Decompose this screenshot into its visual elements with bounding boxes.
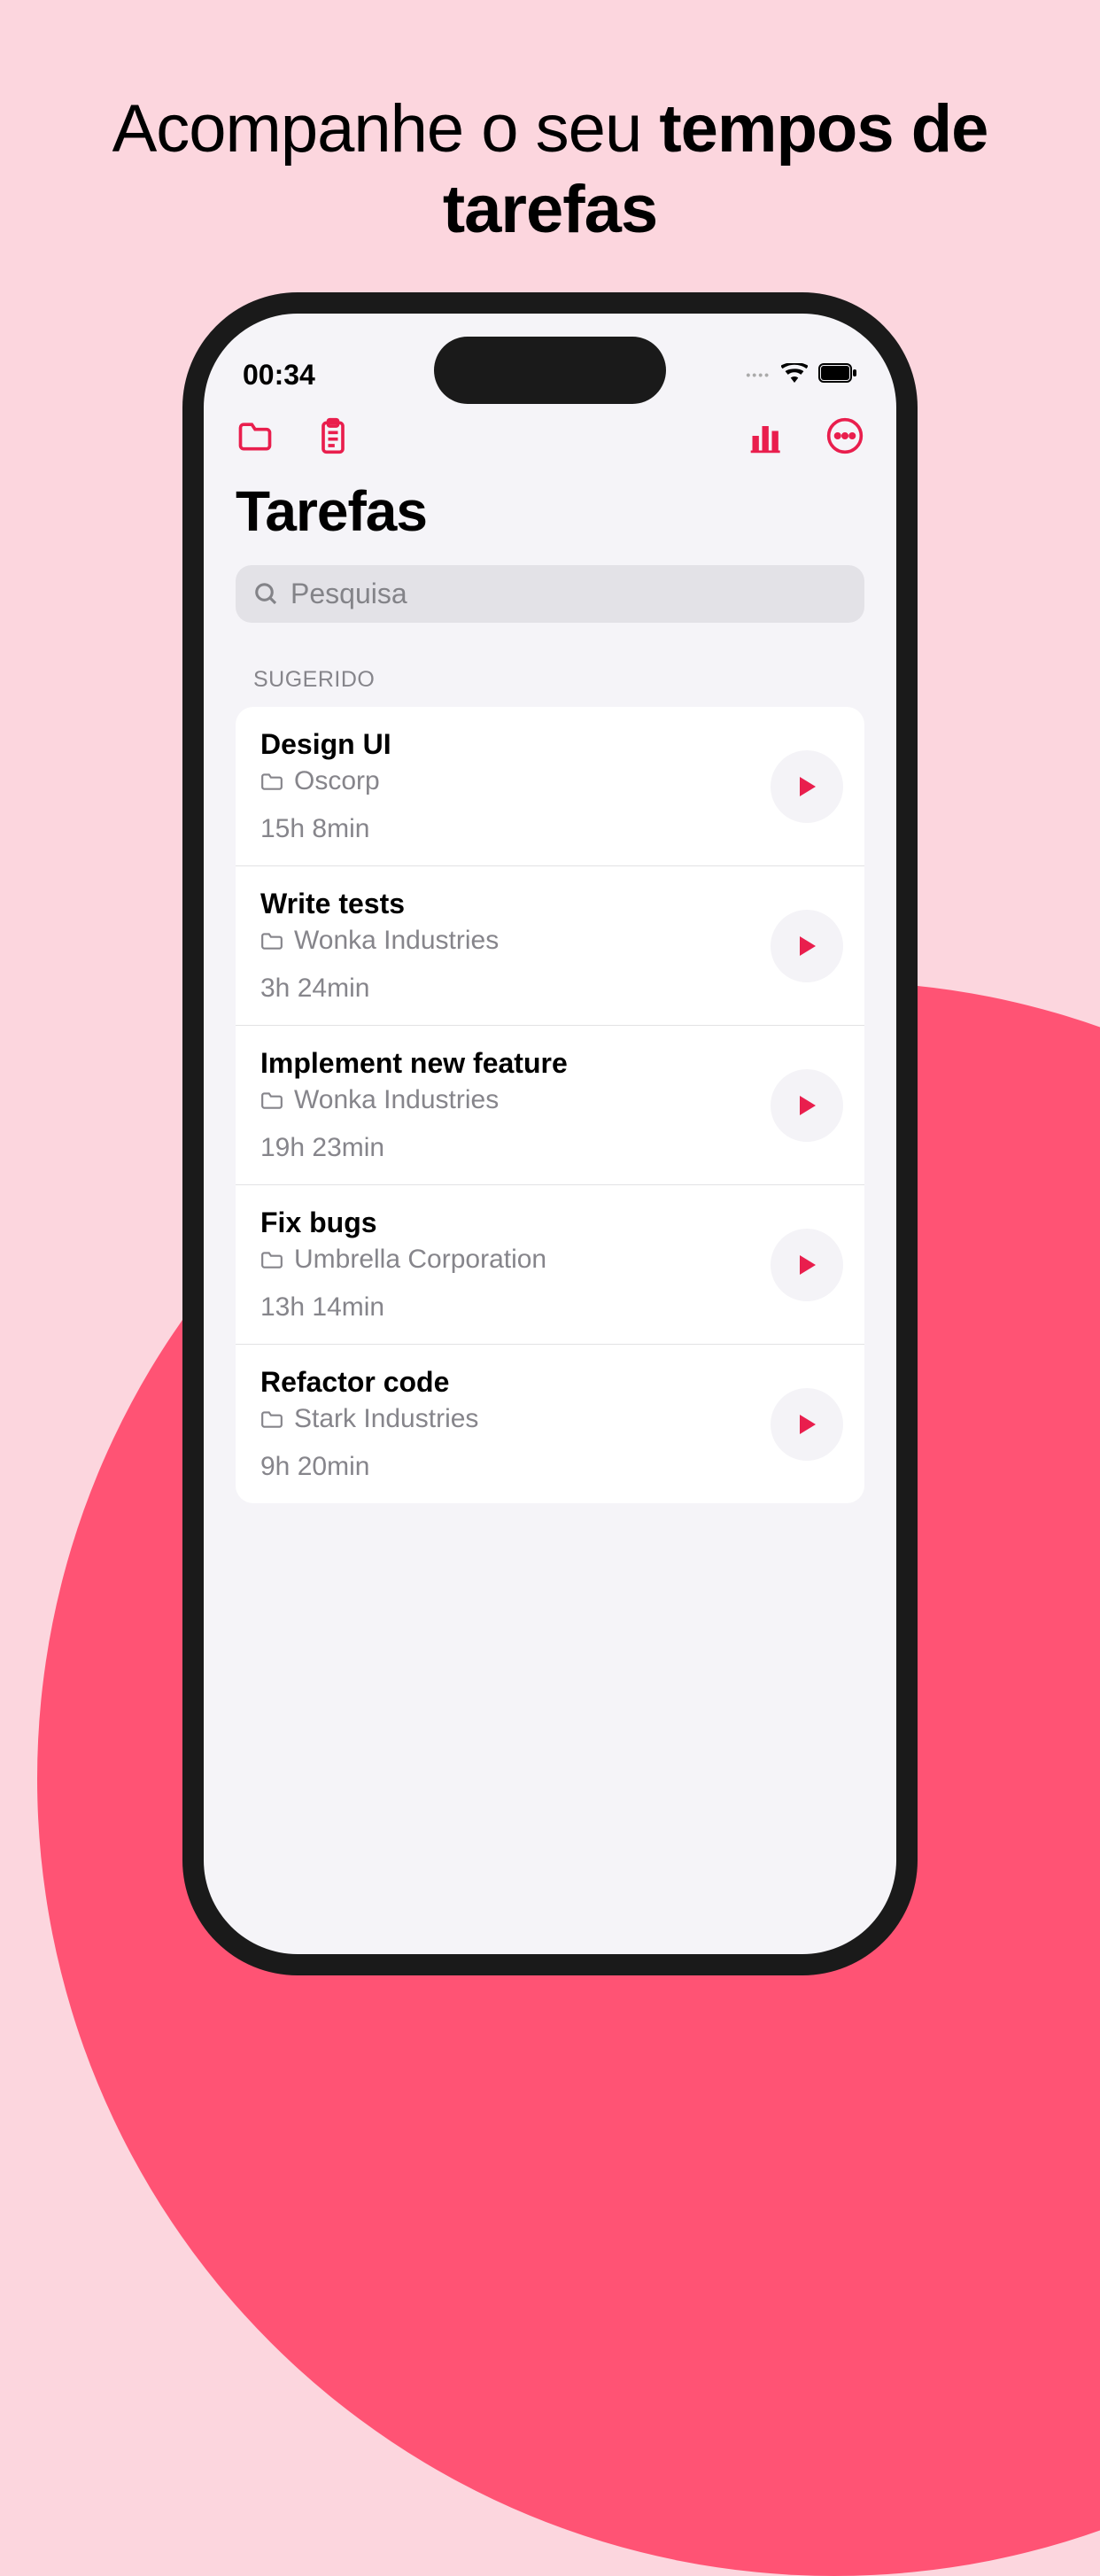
more-icon[interactable] (825, 416, 864, 455)
clipboard-icon[interactable] (314, 416, 352, 455)
list-item[interactable]: Refactor code Stark Industries 9h 20min (236, 1345, 864, 1503)
navbar-right (748, 416, 864, 455)
task-time: 15h 8min (260, 814, 771, 844)
task-folder: Stark Industries (294, 1404, 478, 1434)
task-folder: Wonka Industries (294, 1085, 499, 1115)
page-title: Tarefas (204, 455, 896, 553)
navbar (204, 402, 896, 455)
play-button[interactable] (771, 1229, 843, 1301)
phone-notch (434, 337, 666, 404)
task-time: 9h 20min (260, 1452, 771, 1482)
headline-text-normal: Acompanhe o seu (112, 91, 660, 167)
task-title: Implement new feature (260, 1047, 771, 1080)
task-title: Design UI (260, 728, 771, 761)
play-button[interactable] (771, 1388, 843, 1461)
list-item[interactable]: Fix bugs Umbrella Corporation 13h 14min (236, 1185, 864, 1345)
play-icon (796, 1094, 817, 1117)
search-icon (253, 581, 280, 608)
list-item[interactable]: Design UI Oscorp 15h 8min (236, 707, 864, 866)
phone-frame: 00:34 •••• (182, 292, 918, 1975)
task-time: 13h 14min (260, 1292, 771, 1323)
play-icon (796, 1253, 817, 1276)
task-title: Write tests (260, 888, 771, 920)
task-list: Design UI Oscorp 15h 8min Write tests (236, 707, 864, 1503)
task-title: Fix bugs (260, 1207, 771, 1239)
folder-icon[interactable] (236, 416, 275, 455)
section-header: SUGERIDO (204, 623, 896, 707)
play-icon (796, 775, 817, 798)
chart-icon[interactable] (748, 416, 786, 455)
task-title: Refactor code (260, 1366, 771, 1399)
folder-small-icon (260, 931, 283, 950)
folder-small-icon (260, 1409, 283, 1429)
list-item[interactable]: Write tests Wonka Industries 3h 24min (236, 866, 864, 1026)
play-icon (796, 1413, 817, 1436)
navbar-left (236, 416, 352, 455)
folder-small-icon (260, 1250, 283, 1269)
battery-icon (818, 363, 857, 387)
list-item[interactable]: Implement new feature Wonka Industries 1… (236, 1026, 864, 1185)
task-folder: Wonka Industries (294, 926, 499, 956)
phone-screen: 00:34 •••• (204, 314, 896, 1954)
task-folder: Oscorp (294, 766, 380, 796)
folder-small-icon (260, 1090, 283, 1110)
signal-icon: •••• (746, 368, 771, 382)
search-placeholder: Pesquisa (290, 578, 407, 610)
play-button[interactable] (771, 910, 843, 982)
task-time: 19h 23min (260, 1133, 771, 1163)
wifi-icon (781, 363, 808, 387)
task-time: 3h 24min (260, 974, 771, 1004)
task-folder: Umbrella Corporation (294, 1245, 546, 1275)
status-indicators: •••• (746, 363, 857, 387)
folder-small-icon (260, 772, 283, 791)
play-icon (796, 935, 817, 958)
search-input[interactable]: Pesquisa (236, 565, 864, 623)
play-button[interactable] (771, 1069, 843, 1142)
marketing-headline: Acompanhe o seu tempos de tarefas (0, 0, 1100, 250)
play-button[interactable] (771, 750, 843, 823)
